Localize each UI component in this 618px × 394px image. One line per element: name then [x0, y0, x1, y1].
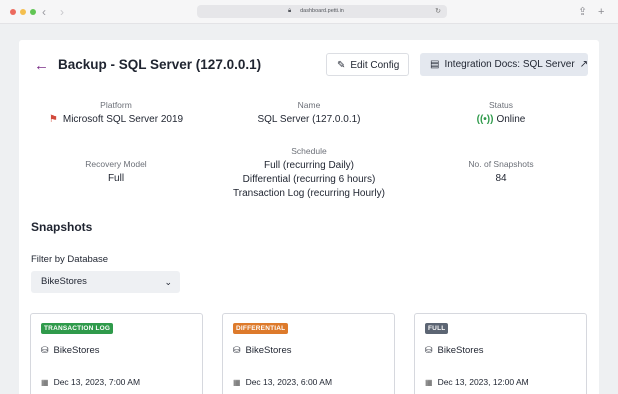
database-icon: ⛁ — [233, 345, 241, 355]
integration-docs-button[interactable]: ▤ Integration Docs: SQL Server ↗ — [420, 53, 588, 76]
schedule-label: Schedule — [291, 146, 327, 156]
platform-cell: Platform ⚑ Microsoft SQL Server 2019 — [26, 100, 206, 125]
name-label: Name — [297, 100, 321, 110]
forward-nav-icon[interactable]: › — [60, 4, 64, 20]
close-window-dot[interactable] — [10, 9, 16, 15]
back-nav-icon[interactable]: ‹ — [42, 4, 46, 20]
external-link-icon: ↗ — [579, 59, 589, 70]
snapshot-date-row: ▦ Dec 13, 2023, 7:00 AM — [41, 377, 140, 387]
pencil-icon: ✎ — [337, 60, 346, 71]
snapshot-count-cell: No. of Snapshots 84 — [411, 159, 591, 184]
recovery-value: Full — [107, 173, 125, 184]
platform-label: Platform — [100, 100, 132, 110]
snapshot-card[interactable]: DIFFERENTIAL ⛁ BikeStores ▦ Dec 13, 2023, … — [222, 313, 395, 394]
schedule-cell: Schedule Full (recurring Daily) Differen… — [219, 146, 399, 201]
snapshot-database: BikeStores — [437, 345, 484, 356]
snapshot-card[interactable]: FULL ⛁ BikeStores ▦ Dec 13, 2023, 12:00 AM — [414, 313, 587, 394]
schedule-list: Full (recurring Daily) Differential (rec… — [219, 159, 399, 201]
snapshot-type-badge: TRANSACTION LOG — [41, 323, 114, 334]
new-tab-icon[interactable]: + — [598, 4, 604, 20]
page-title: Backup - SQL Server (127.0.0.1) — [58, 57, 262, 72]
snapshot-database-row: ⛁ BikeStores — [425, 345, 483, 356]
edit-config-button[interactable]: ✎ Edit Config — [326, 53, 409, 76]
status-label: Status — [488, 100, 514, 110]
snapshot-database-row: ⛁ BikeStores — [41, 345, 99, 356]
name-cell: Name SQL Server (127.0.0.1) — [219, 100, 399, 125]
address-bar[interactable]: 🔒︎ dashboard.petti.in ↻ — [197, 5, 447, 18]
schedule-line-full: Full (recurring Daily) — [263, 160, 354, 171]
snapshot-date: Dec 13, 2023, 12:00 AM — [437, 377, 529, 387]
snapshot-count-value: 84 — [495, 173, 507, 184]
lock-icon: 🔒︎ — [288, 8, 292, 14]
broadcast-icon: ((•)) — [476, 114, 494, 125]
snapshot-database: BikeStores — [245, 345, 292, 356]
reload-icon[interactable]: ↻ — [435, 5, 441, 18]
back-arrow-icon[interactable]: ← — [34, 57, 49, 74]
maximize-window-dot[interactable] — [30, 9, 36, 15]
minimize-window-dot[interactable] — [20, 9, 26, 15]
snapshot-date-row: ▦ Dec 13, 2023, 12:00 AM — [425, 377, 529, 387]
snapshot-count-label: No. of Snapshots — [468, 159, 534, 169]
snapshot-date-row: ▦ Dec 13, 2023, 6:00 AM — [233, 377, 332, 387]
status-cell: Status ((•)) Online — [411, 100, 591, 125]
mssql-icon: ⚑ — [48, 114, 58, 125]
snapshot-card[interactable]: TRANSACTION LOG ⛁ BikeStores ▦ Dec 13, 202… — [30, 313, 203, 394]
schedule-line-differential: Differential (recurring 6 hours) — [242, 174, 376, 185]
snapshot-database-row: ⛁ BikeStores — [233, 345, 291, 356]
chevron-down-icon: ⌄ — [164, 277, 172, 287]
platform-value: Microsoft SQL Server 2019 — [62, 114, 184, 125]
recovery-label: Recovery Model — [85, 159, 147, 169]
calendar-icon: ▦ — [233, 378, 241, 387]
status-value-row: ((•)) Online — [411, 114, 591, 125]
recovery-cell: Recovery Model Full — [26, 159, 206, 184]
name-value: SQL Server (127.0.0.1) — [257, 114, 361, 125]
integration-docs-label: Integration Docs: SQL Server — [444, 59, 575, 70]
browser-toolbar: ‹ › 🔒︎ dashboard.petti.in ↻ ⇪ + — [0, 0, 618, 24]
platform-value-row: ⚑ Microsoft SQL Server 2019 — [26, 114, 206, 125]
snapshot-database: BikeStores — [53, 345, 100, 356]
book-icon: ▤ — [430, 59, 440, 70]
filter-label: Filter by Database — [31, 254, 109, 265]
database-icon: ⛁ — [41, 345, 49, 355]
database-filter-select[interactable]: BikeStores ⌄ — [31, 271, 180, 293]
url-text: dashboard.petti.in — [300, 8, 344, 14]
backup-detail-card: ← Backup - SQL Server (127.0.0.1) ✎ Edit … — [19, 40, 599, 394]
status-value: Online — [496, 114, 526, 125]
schedule-line-transaction-log: Transaction Log (recurring Hourly) — [233, 188, 385, 199]
calendar-icon: ▦ — [425, 378, 433, 387]
edit-config-label: Edit Config — [350, 60, 400, 71]
database-icon: ⛁ — [425, 345, 433, 355]
snapshot-type-badge: FULL — [425, 323, 449, 334]
snapshot-type-badge: DIFFERENTIAL — [233, 323, 289, 334]
snapshot-date: Dec 13, 2023, 7:00 AM — [53, 377, 141, 387]
snapshot-date: Dec 13, 2023, 6:00 AM — [245, 377, 333, 387]
database-filter-value: BikeStores — [41, 276, 87, 287]
calendar-icon: ▦ — [41, 378, 49, 387]
snapshots-heading: Snapshots — [31, 220, 93, 234]
share-icon[interactable]: ⇪ — [578, 4, 587, 20]
